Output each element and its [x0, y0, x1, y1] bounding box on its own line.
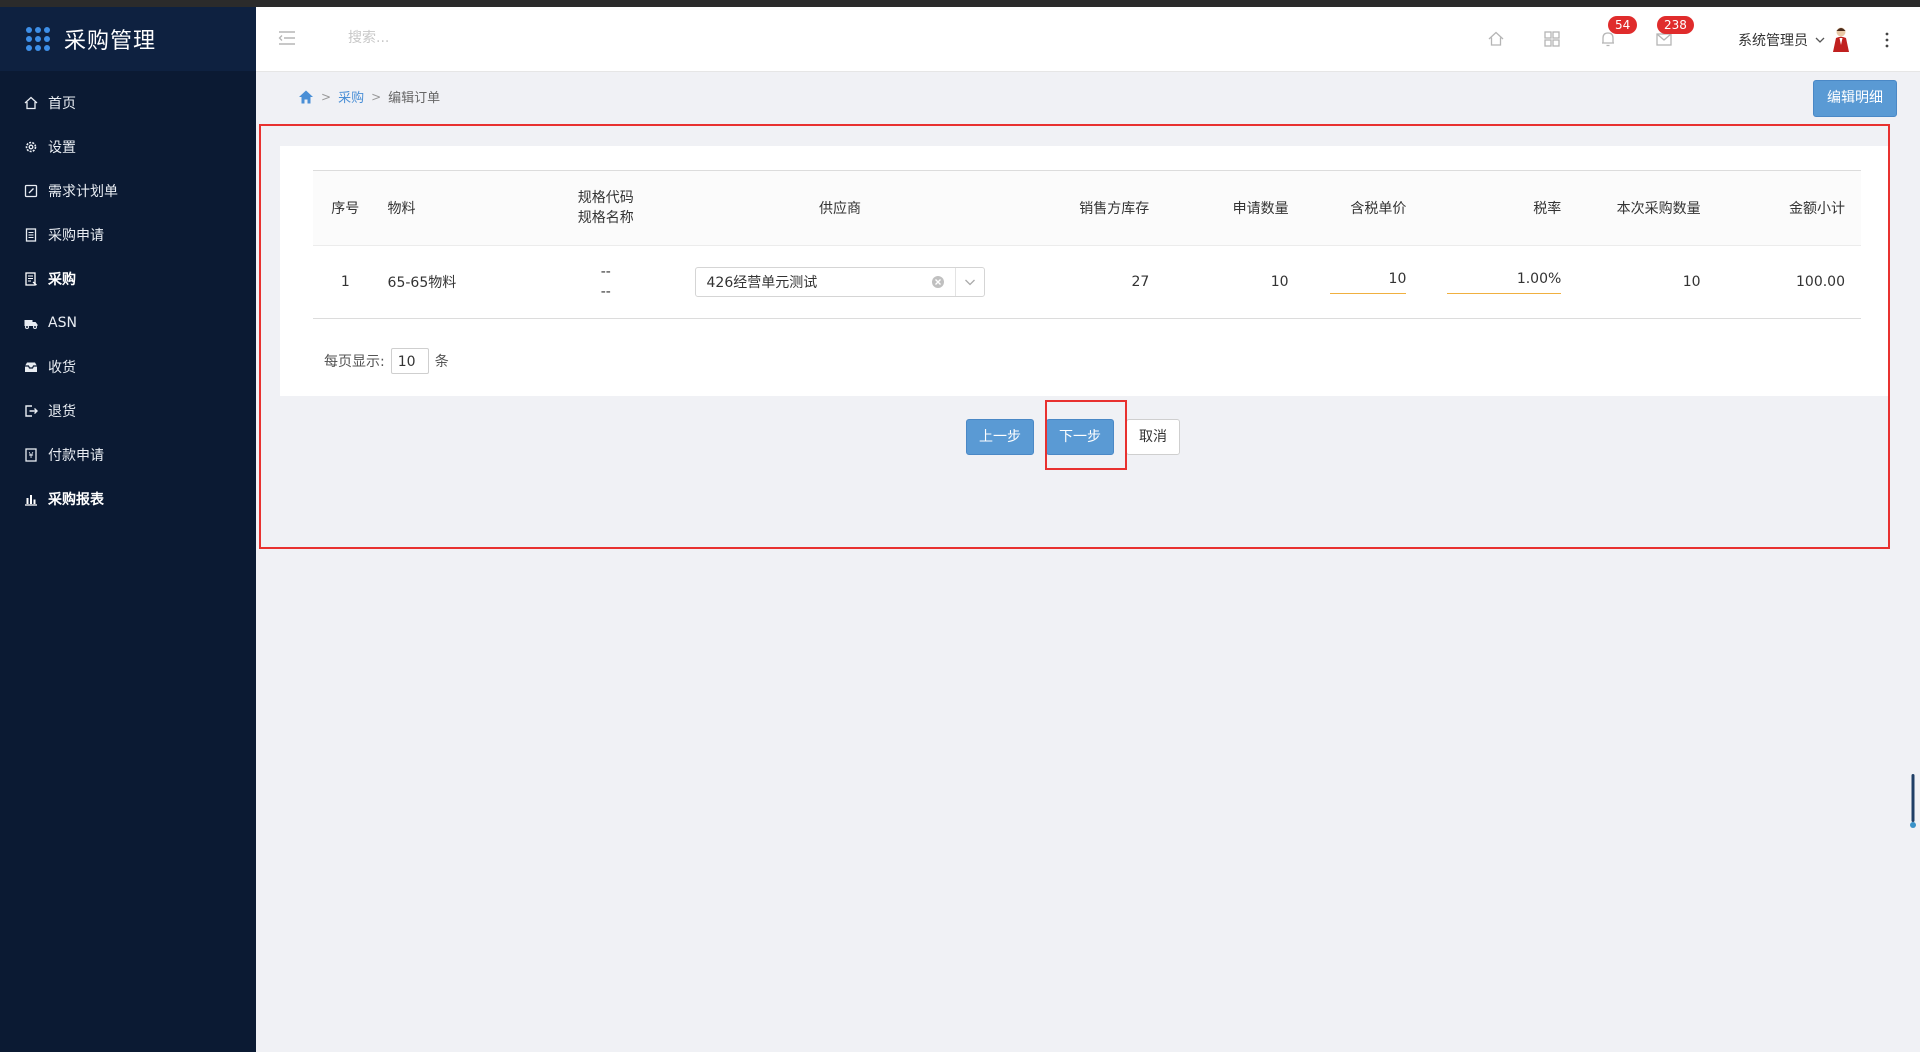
breadcrumb-bar: > 采购 > 编辑订单 编辑明细	[256, 72, 1920, 122]
sidebar-item-demand-plan[interactable]: 需求计划单	[0, 169, 256, 213]
sidebar-item-label: 采购	[48, 272, 76, 288]
breadcrumb-separator: >	[321, 89, 332, 104]
home-icon	[24, 96, 38, 110]
highlight-box-content	[259, 124, 1890, 549]
app-grid-icon[interactable]	[26, 27, 50, 51]
sidebar-item-label: 需求计划单	[48, 184, 118, 200]
sidebar: 采购管理 首页 设置 需求计划单 采购申请 采购 ASN 收货 退货 ¥ 付款申…	[0, 7, 256, 1052]
sidebar-item-label: 采购申请	[48, 228, 104, 244]
edit-detail-button[interactable]: 编辑明细	[1813, 80, 1897, 117]
avatar[interactable]	[1830, 25, 1852, 53]
return-icon	[25, 405, 38, 417]
sidebar-header: 采购管理	[0, 7, 256, 71]
scroll-indicator-icon[interactable]	[1910, 774, 1916, 830]
home-breadcrumb-icon[interactable]	[298, 89, 314, 105]
sidebar-item-purchase[interactable]: 采购	[0, 257, 256, 301]
edit-doc-icon	[24, 184, 38, 198]
truck-icon	[24, 320, 38, 329]
inbox-icon	[25, 362, 37, 372]
sidebar-item-label: 设置	[48, 140, 76, 156]
sidebar-item-label: 退货	[48, 404, 76, 420]
breadcrumb: > 采购 > 编辑订单	[298, 87, 440, 106]
gear-icon	[25, 141, 37, 153]
user-name: 系统管理员	[1738, 33, 1808, 49]
sidebar-item-payment-request[interactable]: ¥ 付款申请	[0, 433, 256, 477]
sidebar-item-purchase-report[interactable]: 采购报表	[0, 477, 256, 521]
bar-chart-icon	[25, 495, 37, 506]
search-input[interactable]	[346, 29, 550, 47]
sidebar-item-label: 采购报表	[48, 492, 104, 508]
list-doc-icon	[25, 272, 37, 286]
svg-text:¥: ¥	[28, 451, 33, 460]
apps-grid-icon[interactable]	[1542, 29, 1562, 49]
sidebar-item-label: ASN	[48, 315, 77, 331]
sidebar-item-settings[interactable]: 设置	[0, 125, 256, 169]
sidebar-item-home[interactable]: 首页	[0, 81, 256, 125]
sidebar-item-label: 收货	[48, 360, 76, 376]
window-top-strip	[0, 0, 1920, 7]
sidebar-item-purchase-request[interactable]: 采购申请	[0, 213, 256, 257]
sidebar-item-label: 付款申请	[48, 448, 104, 464]
more-options-icon[interactable]	[1884, 31, 1890, 49]
breadcrumb-current: 编辑订单	[388, 91, 441, 106]
collapse-menu-icon[interactable]	[278, 30, 296, 46]
messages-badge: 238	[1657, 16, 1694, 34]
payment-icon: ¥	[25, 448, 37, 462]
home-icon[interactable]	[1486, 29, 1506, 49]
sidebar-item-return[interactable]: 退货	[0, 389, 256, 433]
doc-icon	[25, 228, 37, 242]
top-header: 54 238 系统管理员	[256, 7, 1920, 72]
chevron-down-icon	[1815, 37, 1825, 43]
app-title: 采购管理	[64, 29, 157, 54]
notifications-badge: 54	[1608, 16, 1638, 34]
sidebar-menu: 首页 设置 需求计划单 采购申请 采购 ASN 收货 退货 ¥ 付款申请 采购报…	[0, 71, 256, 521]
sidebar-item-asn[interactable]: ASN	[0, 301, 256, 345]
sidebar-item-receiving[interactable]: 收货	[0, 345, 256, 389]
breadcrumb-link-purchase[interactable]: 采购	[338, 87, 364, 106]
sidebar-item-label: 首页	[48, 96, 76, 112]
breadcrumb-separator: >	[371, 89, 382, 104]
user-menu[interactable]: 系统管理员	[1738, 30, 1826, 50]
highlight-box-next-button	[1045, 400, 1127, 470]
